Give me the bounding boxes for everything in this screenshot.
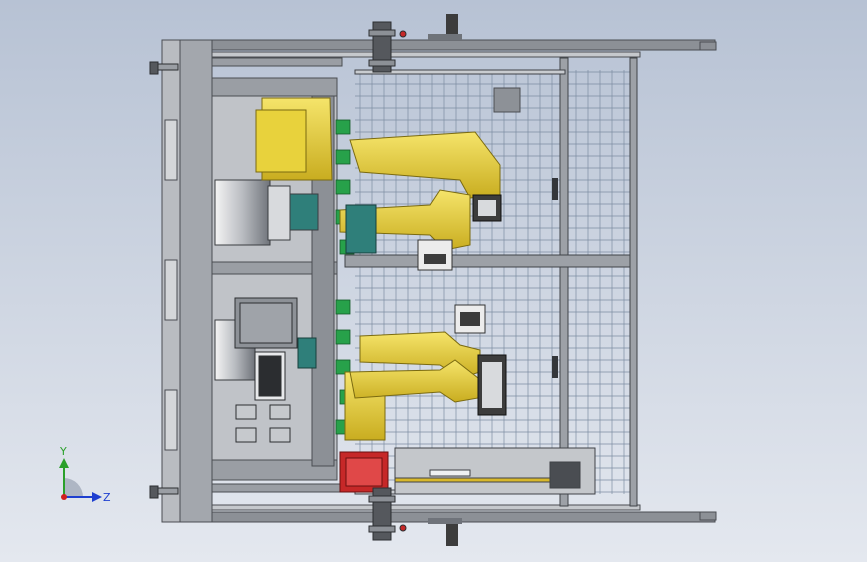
- triad-origin: [61, 494, 67, 500]
- green-sensor-block: [335, 299, 351, 315]
- green-sensor-block: [335, 149, 351, 165]
- cad-viewport[interactable]: Y Z: [0, 0, 867, 562]
- green-sensor-block: [335, 179, 351, 195]
- junction-box: [493, 87, 521, 113]
- z-axis-label: Z: [103, 491, 111, 504]
- green-sensor-block: [335, 329, 351, 345]
- door-handle-lower: [552, 356, 558, 378]
- door-handle-upper: [552, 178, 558, 200]
- top-rail: [179, 39, 717, 58]
- conveyor: [394, 447, 596, 495]
- green-sensor-block: [335, 119, 351, 135]
- red-actuator: [339, 451, 389, 493]
- y-axis-label: Y: [59, 445, 67, 458]
